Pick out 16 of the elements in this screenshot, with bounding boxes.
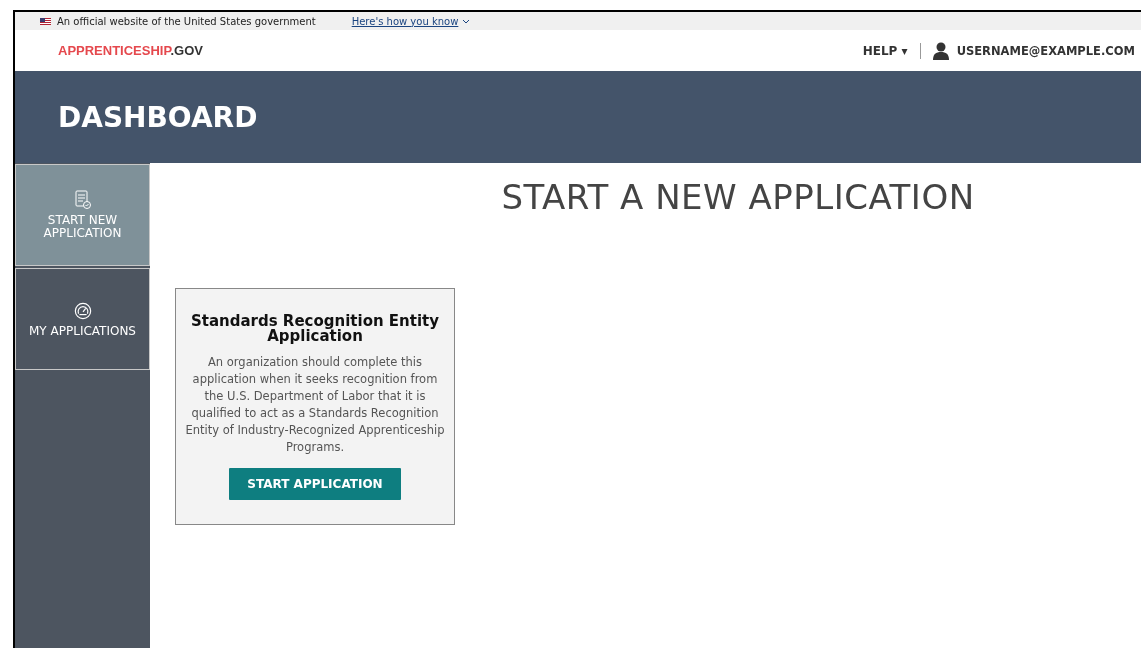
gauge-icon bbox=[73, 300, 92, 321]
sidebar-item[interactable]: MY APPLICATIONS bbox=[15, 268, 150, 370]
user-icon bbox=[932, 41, 949, 60]
help-menu[interactable]: HELP ▾ bbox=[862, 43, 908, 58]
banner-link[interactable]: Here's how you know bbox=[351, 15, 471, 27]
site-logo[interactable]: APPRENTICESHIP.GOV bbox=[58, 43, 203, 58]
checklist-icon bbox=[73, 190, 92, 210]
banner-text: An official website of the United States government bbox=[57, 15, 316, 27]
page-title: DASHBOARD bbox=[58, 100, 258, 134]
section-heading: START A NEW APPLICATION bbox=[500, 177, 976, 217]
flag-icon bbox=[40, 17, 51, 25]
caret-icon bbox=[462, 18, 471, 25]
start-application-button[interactable]: START APPLICATION bbox=[229, 468, 401, 500]
card-title: Standards Recognition Entity Application bbox=[189, 314, 441, 344]
user-menu[interactable]: USERNAME@EXAMPLE.COM bbox=[956, 43, 1135, 58]
card-description: An organization should complete this application when it seeks recognition from the U.S. Department of Labor that it is qualified to act as a Standards Recognition Entity of Industry-Recognized Apprenticeship Programs. bbox=[184, 354, 446, 456]
